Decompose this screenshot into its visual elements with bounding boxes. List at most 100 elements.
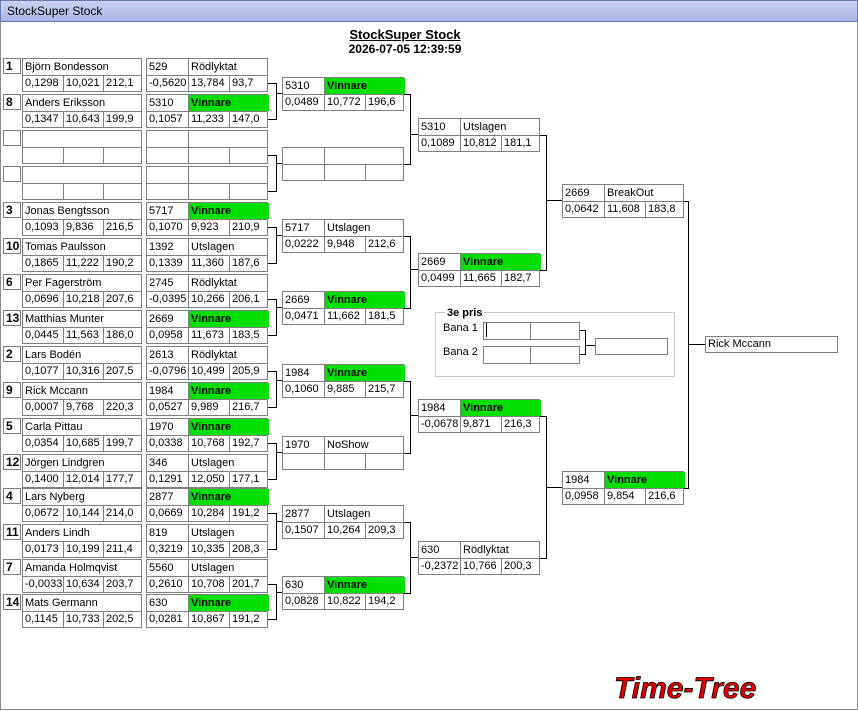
cell: 0,0489: [285, 96, 319, 108]
rider-box[interactable]: [22, 130, 142, 164]
result-box[interactable]: 2669 Vinnare 0,0499 11,665 182,7: [418, 253, 541, 287]
rider-box[interactable]: Per Fagerström 0,0696 10,218 207,6: [22, 274, 142, 308]
rider-box[interactable]: Björn Bondesson 0,1298 10,021 212,1: [22, 58, 142, 92]
cell: 10,812: [460, 135, 501, 151]
result-box[interactable]: 5310 Vinnare 0,0489 10,772 196,6: [282, 77, 405, 111]
rider-box[interactable]: [22, 166, 142, 200]
cell: 11,665: [460, 270, 501, 286]
cell: [365, 164, 405, 180]
cell: Lars Bodén: [25, 349, 82, 361]
rider-box[interactable]: Mats Germann 0,1145 10,733 202,5: [22, 594, 142, 628]
result-box[interactable]: 630 Vinnare 0,0828 10,822 194,2: [282, 576, 405, 610]
rider-box[interactable]: Matthias Munter 0,0445 11,563 186,0: [22, 310, 142, 344]
result-box[interactable]: 1984 Vinnare 0,1060 9,885 215,7: [282, 364, 405, 398]
result-box[interactable]: 529 Rödlyktat -0,5620 13,784 93,7: [146, 58, 268, 92]
cell: 5560: [149, 562, 174, 574]
result-box[interactable]: 630 Rödlyktat -0,2372 10,766 200,3: [418, 541, 540, 575]
cell: [23, 183, 63, 199]
result-box[interactable]: [282, 147, 404, 181]
rider-box[interactable]: Lars Bodén 0,1077 10,316 207,5: [22, 346, 142, 380]
cell: 1984: [149, 385, 174, 397]
lane2-car-input[interactable]: [483, 346, 531, 364]
cell: 10,264: [324, 522, 365, 538]
result-box[interactable]: 2669 Vinnare 0,0958 11,673 183,5: [146, 310, 269, 344]
cell: Vinnare: [188, 311, 269, 327]
result-box[interactable]: 5717 Utslagen 0,0222 9,948 212,6: [282, 219, 404, 253]
lane1-result-input[interactable]: [530, 322, 580, 340]
rider-box[interactable]: Jonas Bengtsson 0,1093 9,836 216,5: [22, 202, 142, 236]
rider-box[interactable]: Rick Mccann 0,0007 9,768 220,3: [22, 382, 142, 416]
result-box[interactable]: 2613 Rödlyktat -0,0796 10,499 205,9: [146, 346, 268, 380]
cell: 0,1070: [149, 221, 183, 233]
result-box[interactable]: 2877 Vinnare 0,0669 10,284 191,2: [146, 488, 269, 522]
third-place-winner-field[interactable]: [595, 338, 668, 355]
cell: 183,8: [645, 201, 685, 217]
result-box[interactable]: 1984 Vinnare 0,0958 9,854 216,6: [562, 471, 685, 505]
cell: 0,1339: [149, 257, 183, 269]
result-box[interactable]: 5560 Utslagen 0,2610 10,708 201,7: [146, 559, 268, 593]
result-box[interactable]: 819 Utslagen 0,3219 10,335 208,3: [146, 524, 268, 558]
cell: [63, 147, 103, 163]
cell: [283, 453, 324, 469]
cell: 529: [149, 61, 168, 73]
cell: 209,3: [365, 522, 405, 538]
cell: 0,1507: [285, 524, 319, 536]
cell: Utslagen: [324, 506, 405, 522]
cell: 9,854: [604, 488, 645, 504]
rider-box[interactable]: Anders Eriksson 0,1347 10,643 199,9: [22, 94, 142, 128]
result-box[interactable]: [146, 166, 268, 200]
result-box[interactable]: 5310 Utslagen 0,1089 10,812 181,1: [418, 118, 540, 152]
result-box[interactable]: 2745 Rödlyktat -0,0395 10,266 206,1: [146, 274, 268, 308]
result-box[interactable]: 1970 NoShow: [282, 436, 404, 470]
cell: 2745: [149, 277, 174, 289]
rider-box[interactable]: Lars Nyberg 0,0672 10,144 214,0: [22, 488, 142, 522]
result-box[interactable]: [146, 130, 268, 164]
result-box[interactable]: 2877 Utslagen 0,1507 10,264 209,3: [282, 505, 404, 539]
cell: Utslagen: [188, 239, 269, 255]
result-box[interactable]: 5717 Vinnare 0,1070 9,923 210,9: [146, 202, 269, 236]
cell: 10,708: [188, 576, 229, 592]
cell: 9,768: [63, 399, 103, 415]
cell: [324, 453, 365, 469]
cell: [324, 148, 405, 164]
result-box[interactable]: 5310 Vinnare 0,1057 11,233 147,0: [146, 94, 269, 128]
cell: Amanda Holmqvist: [25, 562, 118, 574]
cell: [103, 183, 143, 199]
seed-number: 1: [3, 58, 21, 74]
cell: Matthias Munter: [25, 313, 104, 325]
result-box[interactable]: 1392 Utslagen 0,1339 11,360 187,6: [146, 238, 268, 272]
cell: -0,0678: [421, 418, 459, 430]
cell: Mats Germann: [25, 597, 98, 609]
cell: 0,0696: [25, 293, 59, 305]
result-box[interactable]: 2669 Vinnare 0,0471 11,662 181,5: [282, 291, 405, 325]
result-box[interactable]: 1984 Vinnare -0,0678 9,871 216,3: [418, 399, 541, 433]
cell: -0,0796: [149, 365, 187, 377]
cell: 206,1: [229, 291, 269, 307]
rider-box[interactable]: Tomas Paulsson 0,1865 11,222 190,2: [22, 238, 142, 272]
seed-number: 7: [3, 559, 21, 575]
lane2-result-input[interactable]: [530, 346, 580, 364]
result-box[interactable]: 1984 Vinnare 0,0527 9,989 216,7: [146, 382, 269, 416]
cell: 0,2610: [149, 578, 183, 590]
cell: 9,923: [188, 219, 229, 235]
cell: Anders Eriksson: [25, 97, 106, 109]
cell: 183,5: [229, 327, 269, 343]
cell: 10,144: [63, 505, 103, 521]
result-box[interactable]: 1970 Vinnare 0,0338 10,768 192,7: [146, 418, 269, 452]
rider-box[interactable]: Jörgen Lindgren 0,1400 12,014 177,7: [22, 454, 142, 488]
cell: 203,7: [103, 576, 143, 592]
rider-box[interactable]: Anders Lindh 0,0173 10,199 211,4: [22, 524, 142, 558]
cell: 0,3219: [149, 543, 183, 555]
rider-box[interactable]: Carla Pittau 0,0354 10,685 199,7: [22, 418, 142, 452]
result-box[interactable]: 2669 BreakOut 0,0642 11,608 183,8: [562, 184, 684, 218]
rider-box[interactable]: Amanda Holmqvist -0,0033 10,634 203,7: [22, 559, 142, 593]
cell: 182,7: [501, 270, 541, 286]
cell: 346: [149, 457, 168, 469]
result-box[interactable]: 630 Vinnare 0,0281 10,867 191,2: [146, 594, 269, 628]
result-box[interactable]: 346 Utslagen 0,1291 12,050 177,1: [146, 454, 268, 488]
cell: Vinnare: [604, 472, 685, 488]
lane1-car-input[interactable]: [483, 322, 531, 340]
cell: Jörgen Lindgren: [25, 457, 105, 469]
cell: [63, 183, 103, 199]
cell: 186,0: [103, 327, 143, 343]
